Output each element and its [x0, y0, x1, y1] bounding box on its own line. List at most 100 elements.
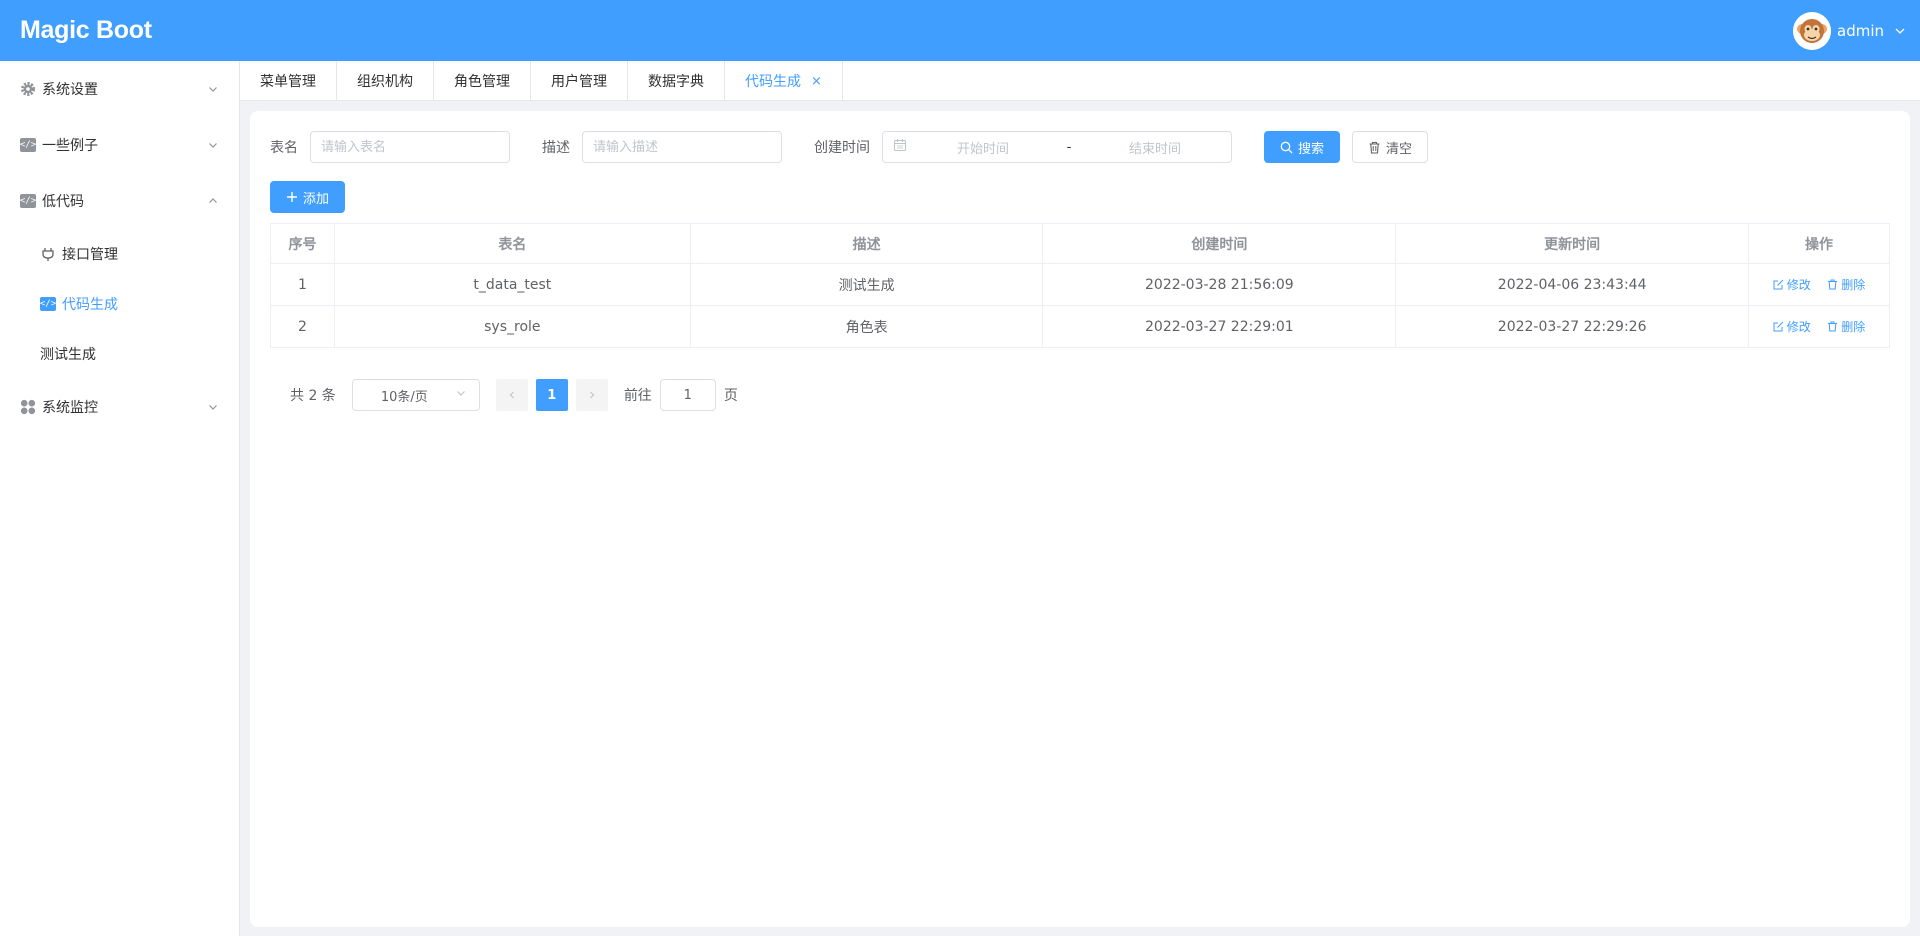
- table-header-row: 序号 表名 描述 创建时间 更新时间 操作: [270, 223, 1890, 264]
- edit-button[interactable]: 修改: [1773, 276, 1811, 293]
- cell-index: 2: [270, 305, 335, 348]
- prev-page-button[interactable]: [495, 379, 528, 411]
- code-icon: </>: [20, 193, 36, 209]
- column-header: 更新时间: [1395, 223, 1750, 264]
- start-date-input[interactable]: 开始时间: [907, 138, 1059, 157]
- calendar-icon: [893, 138, 907, 156]
- chevron-down-icon: [207, 83, 219, 95]
- sidebar-item-test-generation[interactable]: 测试生成: [0, 329, 239, 379]
- page-size-select[interactable]: 10条/页: [351, 379, 480, 411]
- edit-label: 修改: [1786, 277, 1811, 292]
- cell-table-name: sys_role: [333, 305, 691, 348]
- chevron-down-icon: [207, 401, 219, 413]
- gear-icon: [20, 81, 36, 97]
- sidebar-item-code-generation[interactable]: </> 代码生成: [0, 279, 239, 329]
- chevron-right-icon: [589, 391, 595, 399]
- chevron-down-icon: [455, 387, 467, 403]
- user-menu[interactable]: admin: [1793, 11, 1906, 50]
- sidebar-item-lowcode[interactable]: </> 低代码: [0, 173, 239, 229]
- delete-button[interactable]: 删除: [1827, 276, 1865, 293]
- chevron-down-icon[interactable]: [1894, 25, 1906, 37]
- clear-button[interactable]: 清空: [1352, 131, 1429, 163]
- tab-organization[interactable]: 组织机构: [337, 61, 434, 101]
- search-form: 表名 描述 创建时间 开始时间 - 结束时间 搜索 清空: [270, 131, 1429, 163]
- end-date-input[interactable]: 结束时间: [1079, 138, 1231, 157]
- delete-label: 删除: [1841, 319, 1866, 334]
- chevron-down-icon: [207, 139, 219, 151]
- plug-icon: [40, 246, 56, 262]
- trash-icon: [1828, 321, 1838, 331]
- sidebar-item-label: 代码生成: [62, 297, 118, 313]
- edit-icon: [1773, 279, 1784, 289]
- cell-created-time: 2022-03-28 21:56:09: [1042, 263, 1397, 306]
- column-header: 序号: [270, 223, 335, 264]
- main-panel: 表名 描述 创建时间 开始时间 - 结束时间 搜索 清空: [250, 111, 1910, 927]
- next-page-button[interactable]: [575, 379, 608, 411]
- desc-label: 描述: [542, 140, 570, 156]
- plus-icon: [286, 191, 298, 203]
- add-button-label: 添加: [303, 191, 330, 207]
- edit-label: 修改: [1786, 319, 1811, 334]
- code-icon: </>: [40, 296, 56, 312]
- edit-icon: [1773, 321, 1784, 331]
- chevron-left-icon: [509, 391, 514, 399]
- pagination: 共 2 条 10条/页 1 前往 页: [270, 379, 738, 411]
- sidebar-item-label: 系统监控: [42, 400, 98, 416]
- delete-label: 删除: [1841, 277, 1866, 292]
- column-header: 表名: [333, 223, 691, 264]
- tab-label: 代码生成: [745, 74, 801, 90]
- chevron-up-icon: [207, 195, 219, 207]
- sidebar-item-system-monitor[interactable]: 系统监控: [0, 379, 239, 435]
- page-size-value: 10条/页: [380, 389, 428, 405]
- tab-role-management[interactable]: 角色管理: [434, 61, 531, 101]
- avatar[interactable]: [1793, 11, 1831, 50]
- column-header: 创建时间: [1042, 223, 1397, 264]
- desc-input[interactable]: [582, 131, 782, 163]
- delete-button[interactable]: 删除: [1827, 318, 1865, 335]
- data-table: 序号 表名 描述 创建时间 更新时间 操作 1 t_data_test 测试生成…: [270, 223, 1890, 348]
- cell-description: 测试生成: [689, 263, 1044, 306]
- table-name-label: 表名: [270, 140, 298, 156]
- search-button-label: 搜索: [1298, 141, 1325, 157]
- cell-actions: 修改 删除: [1748, 263, 1890, 306]
- goto-label: 前往: [623, 388, 652, 404]
- table-name-input[interactable]: [310, 131, 510, 163]
- tab-bar: 菜单管理 组织机构 角色管理 用户管理 数据字典 代码生成 ×: [240, 61, 1920, 101]
- tab-user-management[interactable]: 用户管理: [531, 61, 628, 101]
- tab-menu-management[interactable]: 菜单管理: [240, 61, 337, 101]
- table-row: 2 sys_role 角色表 2022-03-27 22:29:01 2022-…: [270, 305, 1890, 348]
- sidebar-item-label: 测试生成: [40, 347, 96, 363]
- sidebar: 系统设置 </> 一些例子 </> 低代码 接口管理 </> 代码生成 测试生成…: [0, 61, 240, 936]
- sidebar-item-label: 一些例子: [42, 138, 98, 154]
- page-number-button[interactable]: 1: [535, 379, 568, 411]
- trash-icon: [1828, 279, 1838, 289]
- sidebar-item-label: 系统设置: [42, 82, 98, 98]
- user-name[interactable]: admin: [1837, 22, 1884, 40]
- tab-code-generation[interactable]: 代码生成 ×: [725, 61, 843, 101]
- sidebar-item-examples[interactable]: </> 一些例子: [0, 117, 239, 173]
- date-range-picker[interactable]: 开始时间 - 结束时间: [882, 131, 1232, 163]
- add-button[interactable]: 添加: [270, 181, 346, 213]
- cell-index: 1: [270, 263, 335, 306]
- trash-icon: [1368, 141, 1381, 154]
- edit-button[interactable]: 修改: [1773, 318, 1811, 335]
- cell-updated-time: 2022-03-27 22:29:26: [1395, 305, 1750, 348]
- cell-actions: 修改 删除: [1748, 305, 1890, 348]
- close-icon[interactable]: ×: [811, 74, 822, 89]
- search-button[interactable]: 搜索: [1264, 131, 1341, 163]
- search-icon: [1280, 141, 1293, 154]
- tab-data-dictionary[interactable]: 数据字典: [628, 61, 725, 101]
- app-logo[interactable]: Magic Boot: [20, 16, 152, 45]
- created-time-label: 创建时间: [814, 140, 870, 156]
- cell-description: 角色表: [689, 305, 1044, 348]
- page-suffix-label: 页: [723, 388, 738, 404]
- range-separator: -: [1066, 139, 1072, 155]
- clear-button-label: 清空: [1386, 141, 1413, 157]
- column-header: 描述: [689, 223, 1044, 264]
- sidebar-item-api-management[interactable]: 接口管理: [0, 229, 239, 279]
- goto-page-input[interactable]: [659, 379, 716, 411]
- monkey-avatar-icon: [1793, 11, 1831, 50]
- cell-created-time: 2022-03-27 22:29:01: [1042, 305, 1397, 348]
- pagination-total: 共 2 条: [290, 388, 336, 404]
- sidebar-item-system-settings[interactable]: 系统设置: [0, 61, 239, 117]
